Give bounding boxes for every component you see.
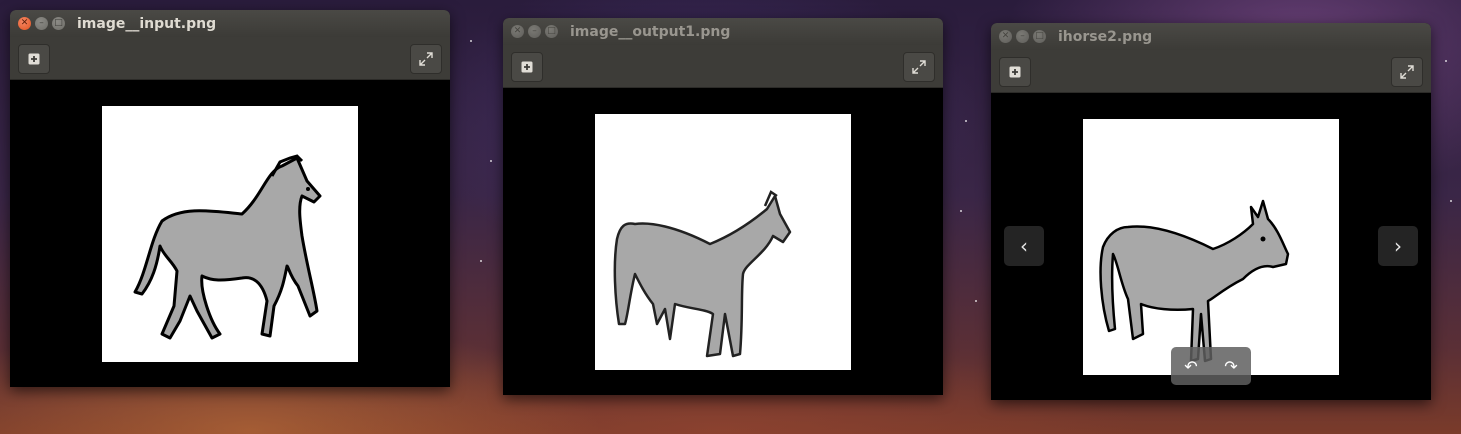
image-viewport[interactable]: ‹ › ↶ ↷ (991, 93, 1431, 400)
title-bar[interactable]: ✕ – □ image__output1.png (503, 18, 943, 45)
horse-image (1099, 199, 1290, 363)
window-title: ihorse2.png (1058, 28, 1153, 45)
fullscreen-icon[interactable] (1391, 57, 1423, 87)
rotate-right-icon[interactable]: ↷ (1224, 357, 1237, 376)
image-viewer-window-input[interactable]: ✕ – □ image__input.png (10, 10, 450, 387)
horse-image (133, 154, 322, 340)
maximize-icon[interactable]: □ (545, 25, 558, 38)
title-bar[interactable]: ✕ – □ image__input.png (10, 10, 450, 37)
plus-icon[interactable] (511, 52, 543, 82)
image-viewport[interactable] (503, 88, 943, 395)
image-canvas (102, 106, 358, 362)
close-icon[interactable]: ✕ (511, 25, 524, 38)
chevron-left-icon[interactable]: ‹ (1004, 226, 1044, 266)
rotate-left-icon[interactable]: ↶ (1184, 357, 1197, 376)
image-viewer-window-output1[interactable]: ✕ – □ image__output1.png (503, 18, 943, 395)
image-canvas (595, 114, 851, 370)
fullscreen-icon[interactable] (410, 44, 442, 74)
title-bar[interactable]: ✕ – □ ihorse2.png (991, 23, 1431, 50)
close-icon[interactable]: ✕ (999, 30, 1012, 43)
minimize-icon[interactable]: – (35, 17, 48, 30)
viewer-toolbar (991, 50, 1431, 93)
maximize-icon[interactable]: □ (1033, 30, 1046, 43)
window-title: image__output1.png (570, 23, 731, 40)
maximize-icon[interactable]: □ (52, 17, 65, 30)
close-icon[interactable]: ✕ (18, 17, 31, 30)
minimize-icon[interactable]: – (528, 25, 541, 38)
rotate-controls: ↶ ↷ (1171, 347, 1251, 385)
image-canvas (1083, 119, 1339, 375)
horse-image (613, 190, 792, 358)
plus-icon[interactable] (18, 44, 50, 74)
window-title: image__input.png (77, 15, 217, 32)
minimize-icon[interactable]: – (1016, 30, 1029, 43)
image-viewport[interactable] (10, 80, 450, 387)
viewer-toolbar (10, 37, 450, 80)
plus-icon[interactable] (999, 57, 1031, 87)
image-viewer-window-ihorse2[interactable]: ✕ – □ ihorse2.png ‹ › ↶ ↷ (991, 23, 1431, 400)
fullscreen-icon[interactable] (903, 52, 935, 82)
chevron-right-icon[interactable]: › (1378, 226, 1418, 266)
viewer-toolbar (503, 45, 943, 88)
